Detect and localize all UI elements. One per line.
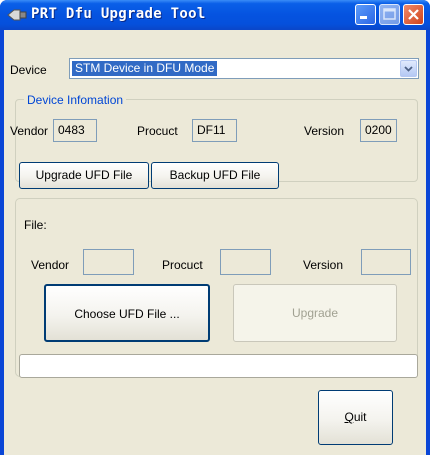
file-version-label: Version (303, 258, 344, 272)
version-value: 0200 (360, 119, 397, 142)
upgrade-button[interactable]: Upgrade (233, 284, 397, 342)
close-button[interactable] (403, 4, 424, 25)
backup-ufd-file-button[interactable]: Backup UFD File (151, 162, 279, 189)
file-version-value (361, 249, 411, 275)
device-dropdown-button[interactable] (400, 60, 417, 77)
dialog-client-area: Device STM Device in DFU Mode Device Inf… (4, 30, 426, 455)
quit-accelerator-key: Q (344, 410, 354, 424)
device-select-value: STM Device in DFU Mode (72, 61, 218, 76)
usb-plug-icon (7, 9, 27, 21)
minimize-icon (360, 16, 367, 19)
version-label: Version (304, 124, 345, 138)
maximize-button[interactable] (379, 4, 400, 25)
file-product-value (220, 249, 271, 275)
choose-ufd-file-button[interactable]: Choose UFD File ... (44, 284, 210, 342)
file-product-label: Procuct (162, 258, 203, 272)
file-label: File: (24, 218, 47, 232)
device-info-group-title: Device Infomation (24, 93, 127, 107)
upgrade-ufd-file-button[interactable]: Upgrade UFD File (19, 162, 149, 189)
device-select[interactable]: STM Device in DFU Mode (69, 58, 419, 79)
device-label: Device (10, 63, 47, 77)
file-vendor-value (83, 249, 134, 275)
vendor-label: Vendor (10, 124, 49, 138)
title-bar[interactable]: PRT Dfu Upgrade Tool (0, 0, 430, 30)
app-window: PRT Dfu Upgrade Tool Device STM Device i… (0, 0, 430, 455)
progress-bar (19, 354, 418, 378)
product-label: Procuct (137, 124, 178, 138)
file-vendor-label: Vendor (31, 258, 70, 272)
quit-label: uit (353, 410, 367, 424)
quit-button[interactable]: Quit (318, 390, 393, 445)
chevron-down-icon (404, 66, 413, 72)
vendor-value: 0483 (53, 119, 97, 142)
maximize-icon (383, 8, 396, 20)
product-value: DF11 (192, 119, 237, 142)
close-icon (408, 9, 419, 20)
minimize-button[interactable] (355, 4, 376, 25)
window-title: PRT Dfu Upgrade Tool (31, 6, 206, 22)
